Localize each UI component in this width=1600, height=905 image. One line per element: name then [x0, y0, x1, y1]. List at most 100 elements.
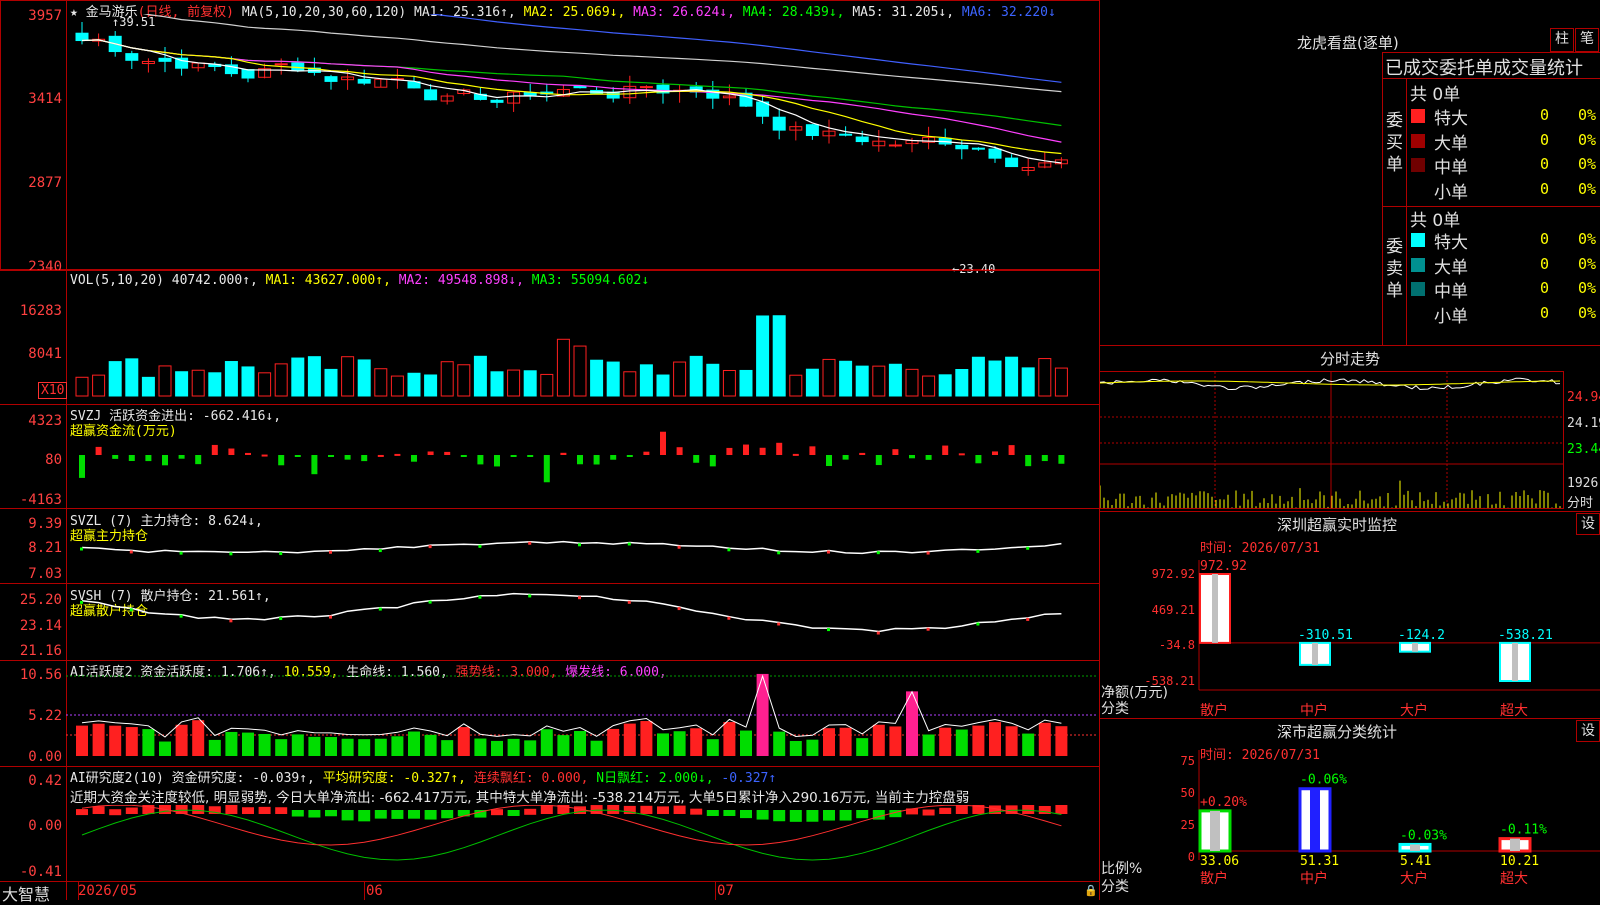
activity-bar: [590, 740, 603, 756]
vol-ma2: MA2: 49548.898↓,: [398, 273, 524, 288]
ai-research-y-0: 0.42: [28, 773, 62, 789]
monitor-category-label: 中户: [1300, 702, 1328, 719]
intraday-chart[interactable]: [1100, 372, 1563, 508]
main-y-label-1: 3414: [28, 91, 62, 107]
volume-bar: [390, 375, 404, 397]
brand-label[interactable]: 大智慧: [2, 881, 50, 905]
class-settings-button[interactable]: 设: [1576, 720, 1600, 742]
volume-bar: [822, 358, 836, 397]
volume-bar: [556, 338, 570, 397]
ai-research-avg: 平均研究度: -0.327↑,: [322, 771, 466, 786]
activity-bar: [474, 738, 487, 756]
candle-body: [805, 124, 819, 137]
holding-dot: [578, 543, 581, 547]
buy-row-label: 大单: [1434, 133, 1468, 154]
research-bar: [607, 805, 620, 814]
volume-bar: [1054, 367, 1068, 397]
ai-active-chart[interactable]: [66, 660, 1096, 766]
flow-bar: [95, 446, 102, 455]
flow-bar: [162, 455, 168, 466]
sell-side-label: 委卖单: [1386, 237, 1403, 301]
volume-bar: [855, 365, 869, 397]
svsh-y-0: 25.20: [19, 592, 62, 608]
activity-bar: [142, 729, 155, 756]
activity-bar: [756, 673, 769, 756]
holding-dot: [727, 616, 731, 620]
volume-bar: [158, 365, 172, 397]
sell-row-pct: 0%: [1578, 254, 1597, 273]
lock-icon[interactable]: 🔒: [1084, 884, 1098, 897]
svzl-y-0: 9.39: [28, 516, 62, 532]
tick-mode-button[interactable]: 笔: [1575, 28, 1599, 52]
volume-bar: [291, 357, 305, 397]
holding-dot: [80, 547, 83, 551]
activity-bar: [640, 721, 653, 756]
volume-bar: [1021, 367, 1035, 397]
activity-bar: [657, 733, 669, 756]
ai-active-y-2: 0.00: [28, 749, 62, 765]
stats-header: 已成交委托单成交量统计: [1385, 58, 1583, 79]
ai-research-chart[interactable]: [66, 805, 1096, 881]
flow-bar: [593, 455, 600, 465]
activity-bar: [424, 734, 437, 756]
ai-research-last: -0.327↑: [721, 771, 777, 786]
volume-bar: [75, 376, 89, 397]
buy-row-count: 0: [1540, 106, 1550, 124]
holding-dot: [378, 607, 382, 611]
research-bar: [1022, 805, 1035, 814]
svsh-y-2: 21.16: [19, 643, 62, 659]
research-bar: [773, 810, 786, 822]
intraday-price-0: 24.94: [1567, 390, 1600, 405]
monitor-chart[interactable]: 972.92 散户 -310.51 中户 -124.2 大户 -538.21 超大: [1100, 540, 1600, 720]
activity-bar: [341, 738, 354, 756]
flow-bar: [892, 449, 899, 455]
holding-dot: [1026, 546, 1030, 550]
class-change-label: -0.06%: [1300, 773, 1347, 788]
flow-bar: [294, 455, 301, 457]
monitor-bar-label: -124.2: [1398, 628, 1445, 643]
main-y-label-0: 3957: [28, 8, 62, 24]
flow-bar: [311, 455, 318, 475]
volume-bar: [324, 368, 338, 397]
volume-bar: [108, 361, 122, 397]
svsh-chart[interactable]: [66, 585, 1096, 657]
activity-bar: [76, 725, 88, 756]
class-chart[interactable]: +0.20% 33.06散户 -0.06% 51.31中户 -0.03% 5.41大户 -0…: [1100, 750, 1600, 900]
monitor-settings-button[interactable]: 设: [1576, 513, 1600, 535]
activity-bar: [989, 722, 1001, 756]
svzl-chart[interactable]: [66, 510, 1096, 582]
bar-mode-button[interactable]: 柱: [1550, 28, 1574, 52]
ai-research-legend: AI研究度2(10) 资金研究度: -0.039↑, 平均研究度: -0.327…: [70, 767, 776, 786]
candle-body: [888, 144, 902, 147]
flow-bar: [79, 455, 85, 478]
svzj-chart[interactable]: [66, 405, 1096, 507]
holding-dot: [926, 627, 930, 631]
flow-bar: [427, 451, 434, 455]
research-bar: [706, 810, 719, 816]
flow-bar: [328, 455, 334, 457]
buy-total: 共 0单: [1410, 85, 1461, 105]
flow-bar: [643, 451, 650, 455]
research-bar: [740, 810, 752, 819]
volume-chart[interactable]: [66, 300, 1096, 402]
holding-dot: [478, 595, 482, 599]
activity-bar: [441, 740, 454, 756]
sell-row-count: 0: [1540, 279, 1550, 297]
monitor-bar-label: 972.92: [1200, 559, 1247, 574]
volume-bar: [191, 369, 205, 397]
monitor-category-label: 超大: [1500, 703, 1528, 719]
flow-bar: [361, 455, 368, 462]
research-bar: [524, 808, 537, 815]
activity-bar: [623, 723, 636, 756]
volume-bar: [424, 374, 438, 397]
buy-color-swatch: [1411, 133, 1425, 148]
volume-bar: [839, 360, 853, 397]
volume-bar: [374, 368, 388, 397]
research-bar: [325, 810, 337, 817]
sell-row-label: 特大: [1434, 233, 1468, 253]
candlestick-chart[interactable]: [66, 14, 1096, 270]
research-bar: [374, 810, 387, 819]
buy-row-count: 0: [1540, 179, 1550, 198]
svzj-y-1: 80: [45, 452, 62, 468]
research-bar: [358, 810, 371, 822]
